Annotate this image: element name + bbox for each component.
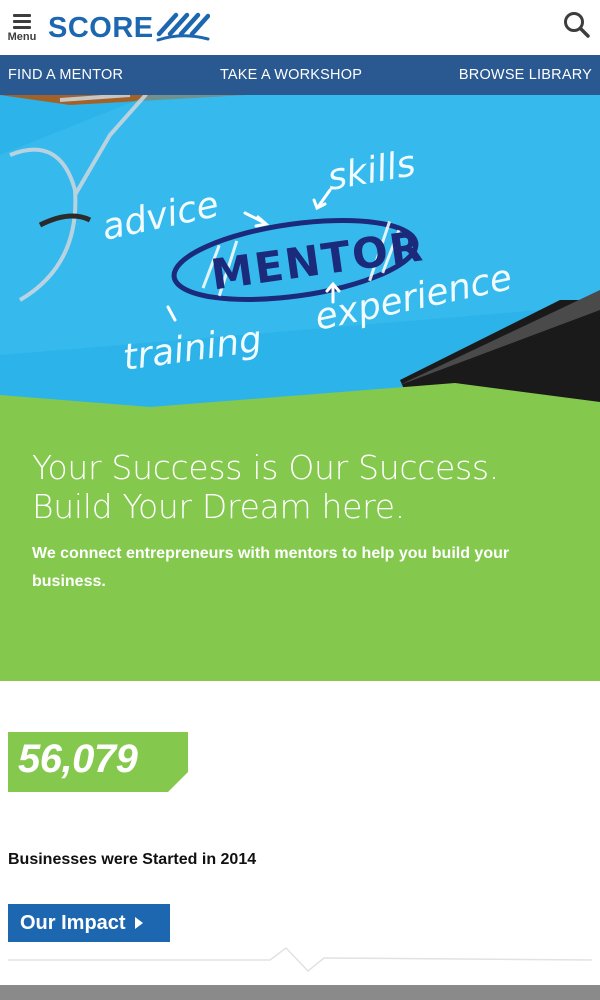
menu-label: Menu [7,31,37,43]
nav-browse-library[interactable]: BROWSE LIBRARY [459,67,592,83]
banner-headline: Your Success is Our Success. Build Your … [32,448,572,526]
main-nav: FIND A MENTOR TAKE A WORKSHOP BROWSE LIB… [0,55,600,95]
our-impact-label: Our Impact [20,911,126,934]
mentor-illustration: advice skills training experience MENTOR [0,95,600,425]
section-divider [8,947,592,973]
headline-line-2: Build Your Dream here. [32,487,405,526]
stat-number: 56,079 [18,737,138,781]
stat-badge: 56,079 [8,732,188,792]
our-impact-button[interactable]: Our Impact [8,904,170,942]
menu-button[interactable]: Menu [5,12,39,46]
stat-caption: Businesses were Started in 2014 [8,851,257,868]
score-logo[interactable]: SCORE [48,6,210,50]
hamburger-icon [13,14,31,17]
nav-take-a-workshop[interactable]: TAKE A WORKSHOP [220,67,362,83]
search-icon [564,12,590,38]
nav-find-a-mentor[interactable]: FIND A MENTOR [8,67,123,83]
headline-line-1: Your Success is Our Success. [32,448,499,487]
search-button[interactable] [562,10,592,40]
hero-banner: Your Success is Our Success. Build Your … [0,380,600,681]
site-header: Menu SCORE [0,0,600,55]
footer-bar [0,985,600,1000]
play-triangle-icon [134,917,143,929]
logo-text: SCORE [48,11,154,44]
logo-stripes-icon [156,12,210,42]
banner-subtext: We connect entrepreneurs with mentors to… [32,545,510,590]
hero-image: advice skills training experience MENTOR [0,95,600,425]
